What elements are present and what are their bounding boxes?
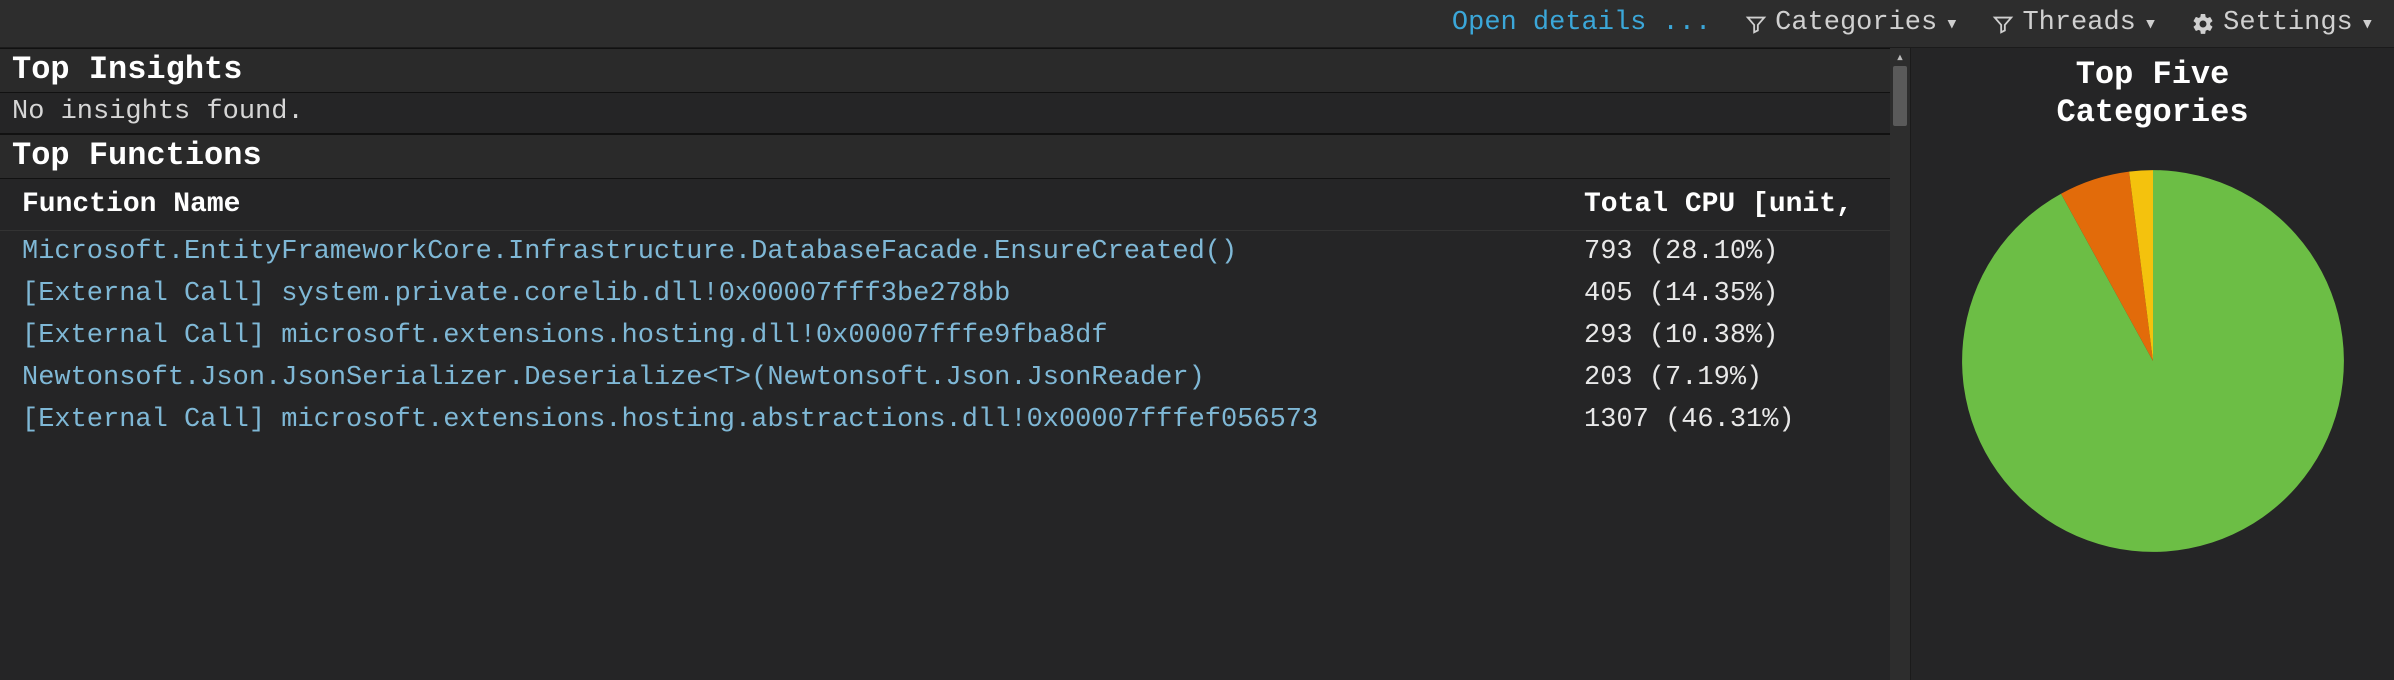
categories-panel: Top Five Categories — [1910, 48, 2394, 680]
functions-table: Function Name Total CPU [unit, Microsoft… — [0, 179, 1910, 441]
title-line-1: Top Five — [2076, 56, 2230, 93]
table-row[interactable]: [External Call] microsoft.extensions.hos… — [0, 399, 1910, 441]
function-name-link[interactable]: Newtonsoft.Json.JsonSerializer.Deseriali… — [22, 363, 1584, 393]
chevron-down-icon: ▾ — [2144, 14, 2157, 36]
top-insights-header: Top Insights — [0, 48, 1910, 93]
column-header-name[interactable]: Function Name — [22, 189, 1584, 220]
table-row[interactable]: Newtonsoft.Json.JsonSerializer.Deseriali… — [0, 357, 1910, 399]
threads-label: Threads — [2022, 10, 2135, 37]
categories-pie-chart[interactable] — [1933, 141, 2373, 581]
function-name-link[interactable]: [External Call] system.private.corelib.d… — [22, 279, 1584, 309]
table-header-row: Function Name Total CPU [unit, — [0, 185, 1910, 231]
scroll-thumb[interactable] — [1893, 66, 1907, 126]
total-cpu-value: 1307 (46.31%) — [1584, 405, 1894, 435]
scroll-up-icon[interactable]: ▴ — [1890, 48, 1910, 66]
total-cpu-value: 203 (7.19%) — [1584, 363, 1894, 393]
total-cpu-value: 405 (14.35%) — [1584, 279, 1894, 309]
title-line-2: Categories — [2056, 94, 2248, 131]
filter-icon — [1992, 13, 2014, 35]
open-details-label: Open details ... — [1452, 10, 1711, 37]
vertical-scrollbar[interactable]: ▴ — [1890, 48, 1910, 680]
open-details-link[interactable]: Open details ... — [1452, 10, 1711, 37]
filter-icon — [1745, 13, 1767, 35]
main-panel: Top Insights No insights found. Top Func… — [0, 48, 1910, 680]
function-name-link[interactable]: [External Call] microsoft.extensions.hos… — [22, 321, 1584, 351]
total-cpu-value: 293 (10.38%) — [1584, 321, 1894, 351]
function-name-link[interactable]: Microsoft.EntityFrameworkCore.Infrastruc… — [22, 237, 1584, 267]
column-header-cpu[interactable]: Total CPU [unit, — [1584, 189, 1894, 220]
function-name-link[interactable]: [External Call] microsoft.extensions.hos… — [22, 405, 1584, 435]
categories-chart-title: Top Five Categories — [2048, 52, 2256, 141]
toolbar: Open details ... Categories ▾ Threads ▾ — [0, 0, 2394, 48]
chevron-down-icon: ▾ — [2361, 14, 2374, 36]
settings-menu[interactable]: Settings ▾ — [2191, 10, 2374, 37]
top-insights-body: No insights found. — [0, 93, 1910, 134]
categories-label: Categories — [1775, 10, 1937, 37]
categories-filter[interactable]: Categories ▾ — [1745, 10, 1958, 37]
settings-label: Settings — [2223, 10, 2353, 37]
threads-filter[interactable]: Threads ▾ — [1992, 10, 2157, 37]
total-cpu-value: 793 (28.10%) — [1584, 237, 1894, 267]
table-row[interactable]: Microsoft.EntityFrameworkCore.Infrastruc… — [0, 231, 1910, 273]
table-row[interactable]: [External Call] system.private.corelib.d… — [0, 273, 1910, 315]
gear-icon — [2191, 12, 2215, 36]
table-row[interactable]: [External Call] microsoft.extensions.hos… — [0, 315, 1910, 357]
top-functions-header: Top Functions — [0, 134, 1910, 179]
chevron-down-icon: ▾ — [1945, 14, 1958, 36]
